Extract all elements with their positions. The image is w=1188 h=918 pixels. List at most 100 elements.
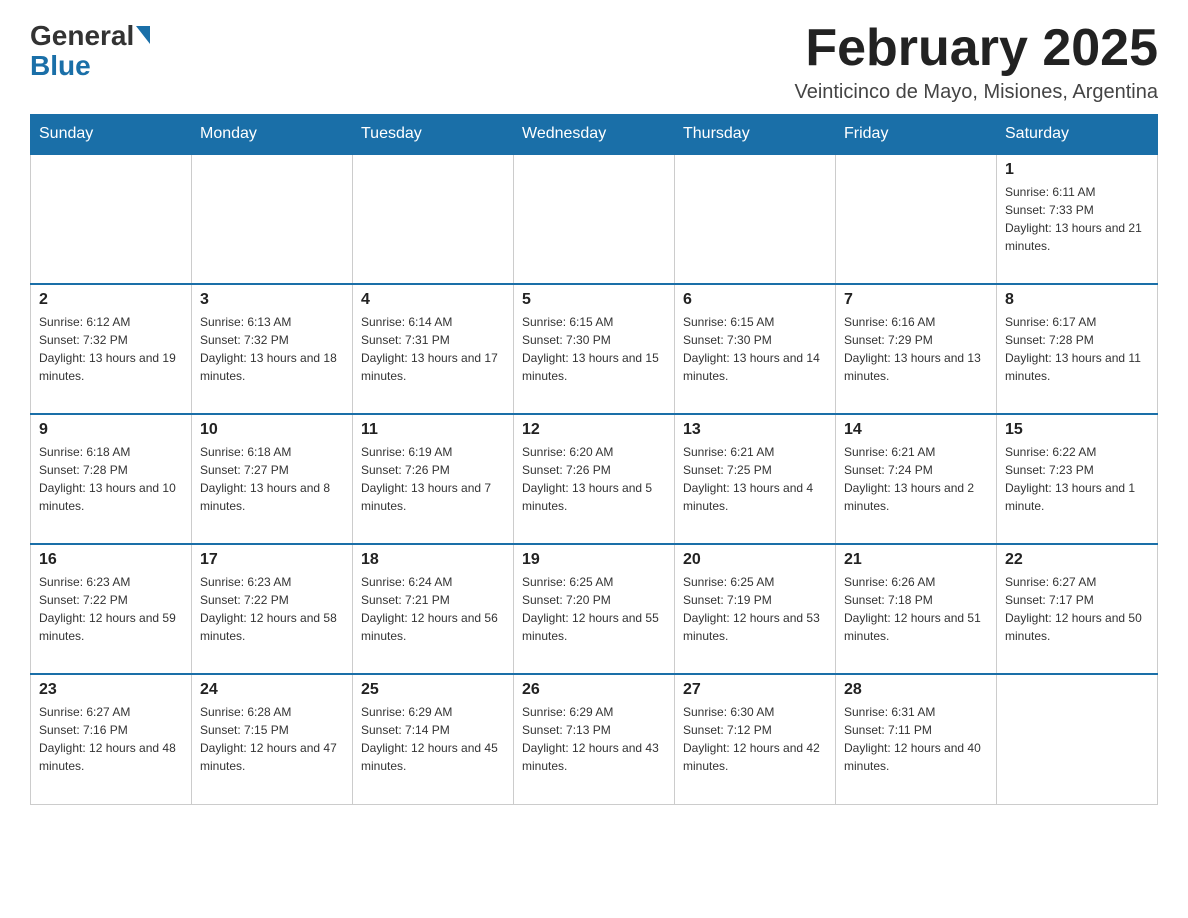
logo-arrow-icon — [136, 26, 150, 44]
day-info: Sunrise: 6:29 AMSunset: 7:14 PMDaylight:… — [361, 703, 505, 775]
day-number: 16 — [39, 551, 183, 569]
day-info: Sunrise: 6:14 AMSunset: 7:31 PMDaylight:… — [361, 313, 505, 385]
logo: General Blue — [30, 20, 150, 82]
calendar-cell: 26Sunrise: 6:29 AMSunset: 7:13 PMDayligh… — [514, 674, 675, 804]
weekday-header-thursday: Thursday — [675, 115, 836, 155]
day-info: Sunrise: 6:23 AMSunset: 7:22 PMDaylight:… — [39, 573, 183, 645]
calendar-cell: 18 Sunrise: 6:24 AMSunset: 7:21 PMDayligh… — [353, 544, 514, 674]
day-number: 12 — [522, 421, 666, 439]
calendar-cell: 13 Sunrise: 6:21 AMSunset: 7:25 PMDayligh… — [675, 414, 836, 544]
calendar-cell — [997, 674, 1158, 804]
weekday-header-tuesday: Tuesday — [353, 115, 514, 155]
day-info: Sunrise: 6:26 AMSunset: 7:18 PMDaylight:… — [844, 573, 988, 645]
day-number: 28 — [844, 681, 988, 699]
calendar-cell: 20 Sunrise: 6:25 AMSunset: 7:19 PMDayligh… — [675, 544, 836, 674]
day-info: Sunrise: 6:27 AMSunset: 7:16 PMDaylight:… — [39, 703, 183, 775]
day-number: 8 — [1005, 291, 1149, 309]
title-section: February 2025 Veinticinco de Mayo, Misio… — [794, 20, 1158, 104]
calendar-cell: 14Sunrise: 6:21 AMSunset: 7:24 PMDayligh… — [836, 414, 997, 544]
day-info: Sunrise: 6:20 AMSunset: 7:26 PMDaylight:… — [522, 443, 666, 515]
calendar-cell: 24 Sunrise: 6:28 AMSunset: 7:15 PMDayligh… — [192, 674, 353, 804]
day-info: Sunrise: 6:28 AMSunset: 7:15 PMDaylight:… — [200, 703, 344, 775]
logo-general-text: General — [30, 20, 150, 52]
day-info: Sunrise: 6:18 AMSunset: 7:28 PMDaylight:… — [39, 443, 183, 515]
day-info: Sunrise: 6:23 AMSunset: 7:22 PMDaylight:… — [200, 573, 344, 645]
logo-general-word: General — [30, 20, 134, 52]
day-info: Sunrise: 6:25 AMSunset: 7:20 PMDaylight:… — [522, 573, 666, 645]
calendar-cell — [514, 154, 675, 284]
day-number: 27 — [683, 681, 827, 699]
calendar-cell: 1Sunrise: 6:11 AMSunset: 7:33 PMDaylight… — [997, 154, 1158, 284]
weekday-header-saturday: Saturday — [997, 115, 1158, 155]
calendar-cell: 22 Sunrise: 6:27 AMSunset: 7:17 PMDayligh… — [997, 544, 1158, 674]
weekday-header-monday: Monday — [192, 115, 353, 155]
calendar-cell: 3Sunrise: 6:13 AMSunset: 7:32 PMDaylight… — [192, 284, 353, 414]
day-info: Sunrise: 6:29 AMSunset: 7:13 PMDaylight:… — [522, 703, 666, 775]
calendar-cell: 11 Sunrise: 6:19 AMSunset: 7:26 PMDayligh… — [353, 414, 514, 544]
day-number: 23 — [39, 681, 183, 699]
week-row-4: 16 Sunrise: 6:23 AMSunset: 7:22 PMDayligh… — [31, 544, 1158, 674]
calendar-cell: 2 Sunrise: 6:12 AMSunset: 7:32 PMDaylight… — [31, 284, 192, 414]
week-row-1: 1Sunrise: 6:11 AMSunset: 7:33 PMDaylight… — [31, 154, 1158, 284]
day-number: 20 — [683, 551, 827, 569]
day-number: 19 — [522, 551, 666, 569]
day-info: Sunrise: 6:16 AMSunset: 7:29 PMDaylight:… — [844, 313, 988, 385]
day-number: 17 — [200, 551, 344, 569]
day-info: Sunrise: 6:21 AMSunset: 7:25 PMDaylight:… — [683, 443, 827, 515]
calendar-cell: 10 Sunrise: 6:18 AMSunset: 7:27 PMDayligh… — [192, 414, 353, 544]
day-number: 15 — [1005, 421, 1149, 439]
calendar-cell — [192, 154, 353, 284]
logo-blue-text: Blue — [30, 50, 91, 82]
day-number: 5 — [522, 291, 666, 309]
calendar-cell — [675, 154, 836, 284]
calendar-cell: 23 Sunrise: 6:27 AMSunset: 7:16 PMDayligh… — [31, 674, 192, 804]
calendar-cell: 28Sunrise: 6:31 AMSunset: 7:11 PMDayligh… — [836, 674, 997, 804]
day-info: Sunrise: 6:18 AMSunset: 7:27 PMDaylight:… — [200, 443, 344, 515]
day-number: 18 — [361, 551, 505, 569]
day-info: Sunrise: 6:11 AMSunset: 7:33 PMDaylight:… — [1005, 183, 1149, 255]
calendar-cell: 8Sunrise: 6:17 AMSunset: 7:28 PMDaylight… — [997, 284, 1158, 414]
day-number: 22 — [1005, 551, 1149, 569]
calendar-cell: 21 Sunrise: 6:26 AMSunset: 7:18 PMDayligh… — [836, 544, 997, 674]
calendar-cell: 6 Sunrise: 6:15 AMSunset: 7:30 PMDaylight… — [675, 284, 836, 414]
calendar-cell: 15 Sunrise: 6:22 AMSunset: 7:23 PMDayligh… — [997, 414, 1158, 544]
month-title: February 2025 — [794, 20, 1158, 77]
calendar-cell: 5Sunrise: 6:15 AMSunset: 7:30 PMDaylight… — [514, 284, 675, 414]
weekday-header-row: SundayMondayTuesdayWednesdayThursdayFrid… — [31, 115, 1158, 155]
calendar-cell — [353, 154, 514, 284]
day-number: 13 — [683, 421, 827, 439]
day-number: 9 — [39, 421, 183, 439]
day-number: 3 — [200, 291, 344, 309]
day-info: Sunrise: 6:27 AMSunset: 7:17 PMDaylight:… — [1005, 573, 1149, 645]
week-row-5: 23 Sunrise: 6:27 AMSunset: 7:16 PMDayligh… — [31, 674, 1158, 804]
day-info: Sunrise: 6:19 AMSunset: 7:26 PMDaylight:… — [361, 443, 505, 515]
page-header: General Blue February 2025 Veinticinco d… — [30, 20, 1158, 104]
weekday-header-friday: Friday — [836, 115, 997, 155]
day-number: 10 — [200, 421, 344, 439]
weekday-header-sunday: Sunday — [31, 115, 192, 155]
calendar-cell: 25 Sunrise: 6:29 AMSunset: 7:14 PMDayligh… — [353, 674, 514, 804]
day-number: 11 — [361, 421, 505, 439]
calendar-cell: 4 Sunrise: 6:14 AMSunset: 7:31 PMDaylight… — [353, 284, 514, 414]
week-row-3: 9 Sunrise: 6:18 AMSunset: 7:28 PMDaylight… — [31, 414, 1158, 544]
day-info: Sunrise: 6:24 AMSunset: 7:21 PMDaylight:… — [361, 573, 505, 645]
day-number: 4 — [361, 291, 505, 309]
calendar-table: SundayMondayTuesdayWednesdayThursdayFrid… — [30, 114, 1158, 805]
day-number: 6 — [683, 291, 827, 309]
calendar-cell: 7 Sunrise: 6:16 AMSunset: 7:29 PMDaylight… — [836, 284, 997, 414]
day-number: 24 — [200, 681, 344, 699]
day-number: 25 — [361, 681, 505, 699]
calendar-cell: 12 Sunrise: 6:20 AMSunset: 7:26 PMDayligh… — [514, 414, 675, 544]
day-info: Sunrise: 6:12 AMSunset: 7:32 PMDaylight:… — [39, 313, 183, 385]
calendar-cell: 9 Sunrise: 6:18 AMSunset: 7:28 PMDaylight… — [31, 414, 192, 544]
day-info: Sunrise: 6:22 AMSunset: 7:23 PMDaylight:… — [1005, 443, 1149, 515]
day-number: 21 — [844, 551, 988, 569]
calendar-cell: 19 Sunrise: 6:25 AMSunset: 7:20 PMDayligh… — [514, 544, 675, 674]
calendar-cell — [31, 154, 192, 284]
day-info: Sunrise: 6:25 AMSunset: 7:19 PMDaylight:… — [683, 573, 827, 645]
calendar-cell: 27Sunrise: 6:30 AMSunset: 7:12 PMDayligh… — [675, 674, 836, 804]
day-number: 7 — [844, 291, 988, 309]
day-info: Sunrise: 6:15 AMSunset: 7:30 PMDaylight:… — [683, 313, 827, 385]
day-info: Sunrise: 6:21 AMSunset: 7:24 PMDaylight:… — [844, 443, 988, 515]
day-number: 2 — [39, 291, 183, 309]
